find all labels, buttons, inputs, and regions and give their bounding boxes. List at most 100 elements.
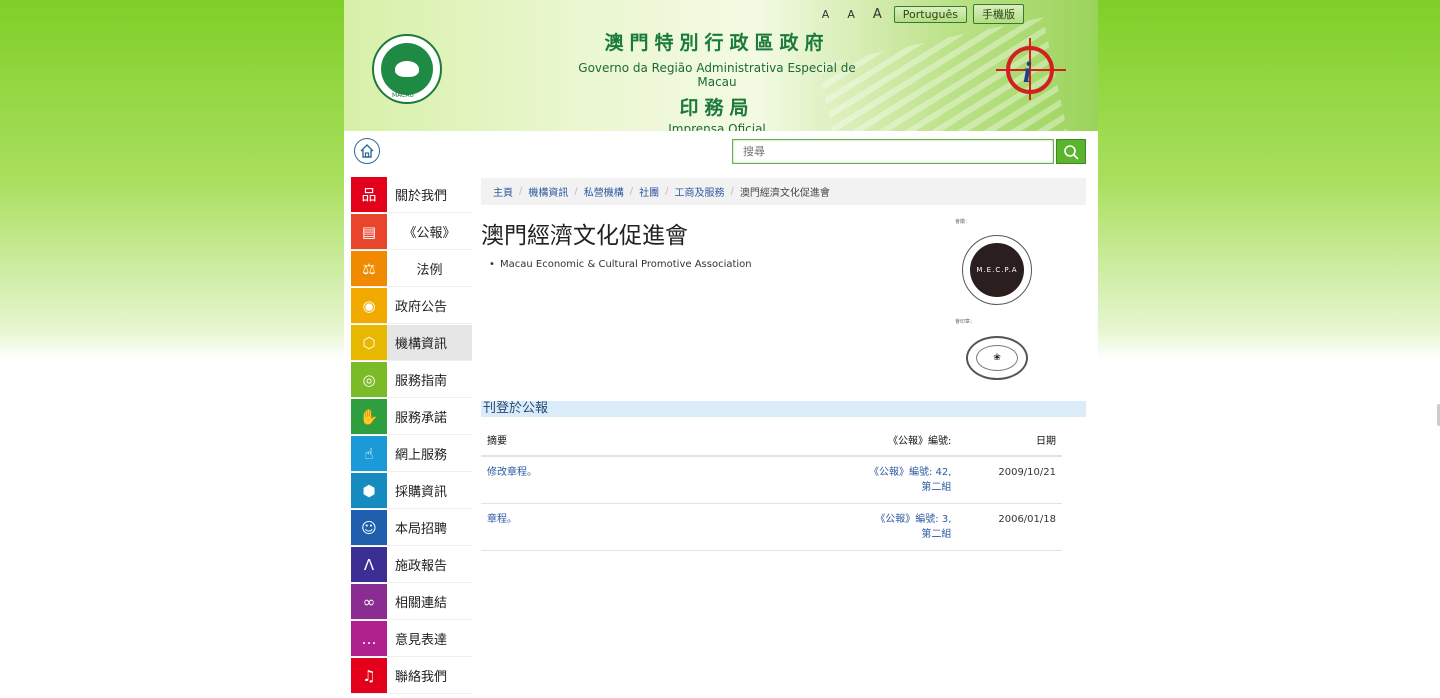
sidebar-item[interactable]: … 意見表達 — [351, 621, 472, 657]
badge-text: M.E.C.P.A — [970, 243, 1024, 297]
building-icon: ⬡ — [351, 325, 387, 360]
search-icon — [1064, 144, 1079, 160]
sidebar-item-label: 網上服務 — [395, 448, 448, 463]
badge-label: 會徽： — [955, 219, 971, 225]
sidebar-item[interactable]: ⬡ 機構資訊 — [351, 325, 472, 361]
government-title-pt: Governo da Região Administrativa Especia… — [578, 61, 856, 89]
table-row: 修改章程。 《公報》編號: 42, 第二組 2009/10/21 — [481, 456, 1062, 504]
sidebar-item[interactable]: 品關於我們 — [351, 177, 472, 213]
breadcrumb: 主頁 / 機構資訊 / 私營機構 / 社團 / 工商及服務 / 澳門經濟文化促進會 — [481, 178, 1086, 205]
seal-mark-icon: ❀ — [976, 345, 1018, 371]
sidebar-item-label: 施政報告 — [395, 559, 448, 574]
gazette-icon: ▤ — [351, 214, 387, 249]
gazette-cell: 《公報》編號: 42, 第二組 — [829, 456, 958, 504]
sidebar-item-label: 意見表達 — [395, 633, 448, 648]
table-header-row: 摘要 《公報》編號: 日期 — [481, 428, 1062, 457]
font-size-large-button[interactable]: A — [867, 7, 888, 22]
breadcrumb-current: 澳門經濟文化促進會 — [739, 188, 830, 199]
hand-icon: ✋ — [351, 399, 387, 434]
table-row: 章程。 《公報》編號: 3, 第二組 2006/01/18 — [481, 503, 1062, 551]
imprensa-oficial-logo-icon: i — [996, 38, 1066, 100]
date-cell: 2006/01/18 — [957, 503, 1062, 551]
page-title: 澳門經濟文化促進會 — [481, 223, 688, 249]
gazette-number: 《公報》編號: 42, — [868, 467, 952, 478]
sidebar-item-label: 《公報》 — [403, 226, 456, 241]
breadcrumb-organizations[interactable]: 機構資訊 — [528, 184, 568, 199]
sidebar-item[interactable]: ∞ 相關連結 — [351, 584, 472, 620]
gazette-series: 第二組 — [921, 482, 952, 493]
page-container: MACAU 澳門特別行政區政府 Governo da Região Admini… — [344, 0, 1098, 698]
sidebar-item-label: 法例 — [416, 263, 443, 278]
date-cell: 2009/10/21 — [957, 456, 1062, 504]
mobile-version-button[interactable]: 手機版 — [973, 4, 1024, 24]
sidebar-item-label: 本局招聘 — [395, 522, 448, 537]
breadcrumb-commerce-services[interactable]: 工商及服務 — [675, 184, 725, 199]
sidebar-item-label: 機構資訊 — [395, 337, 448, 352]
gazette-series: 第二組 — [921, 529, 952, 540]
gazette-cell: 《公報》編號: 3, 第二組 — [829, 503, 958, 551]
search-input[interactable] — [732, 139, 1054, 164]
header-banner: MACAU 澳門特別行政區政府 Governo da Região Admini… — [344, 0, 1098, 131]
seal-label: 會印章： — [955, 319, 976, 325]
gazette-link[interactable]: 《公報》編號: 42, 第二組 — [869, 467, 951, 493]
association-badge-image: M.E.C.P.A — [962, 235, 1032, 305]
sidebar-item-label: 服務承諾 — [395, 411, 448, 426]
sidebar-item-label: 政府公告 — [395, 300, 448, 315]
association-seal-image: ❀ — [966, 336, 1028, 380]
gazette-link[interactable]: 《公報》編號: 3, 第二組 — [875, 514, 951, 540]
summary-cell: 章程。 — [481, 503, 830, 551]
sidebar-item-label: 相關連結 — [395, 596, 448, 611]
sidebar-item-label: 關於我們 — [395, 189, 448, 204]
sidebar-item[interactable]: ♫ 聯絡我們 — [351, 658, 472, 694]
sidebar-item[interactable]: ⬢ 採購資訊 — [351, 473, 472, 509]
sidebar-item[interactable]: ⚖ 法例 — [351, 251, 472, 287]
scale-icon: ⚖ — [351, 251, 387, 286]
sidebar-item-label: 服務指南 — [395, 374, 448, 389]
column-gazette-number: 《公報》編號: — [829, 428, 958, 457]
speech-bubble-icon: … — [351, 621, 387, 656]
column-date: 日期 — [957, 428, 1062, 457]
sidebar-item[interactable]: ▤ 《公報》 — [351, 214, 472, 250]
english-name-item: Macau Economic & Cultural Promotive Asso… — [489, 259, 752, 270]
compass-icon: Λ — [351, 547, 387, 582]
government-title-zh: 澳門特別行政區政府 — [604, 32, 830, 54]
box-icon: ⬢ — [351, 473, 387, 508]
lifebuoy-icon: ◎ — [351, 362, 387, 397]
sidebar-item[interactable]: ☺ 本局招聘 — [351, 510, 472, 546]
emblem-label: MACAU — [392, 92, 414, 99]
summary-link[interactable]: 修改章程。 — [487, 467, 537, 478]
breadcrumb-home[interactable]: 主頁 — [493, 184, 513, 199]
font-size-small-button[interactable]: A — [816, 8, 836, 21]
sidebar-item[interactable]: ☝ 網上服務 — [351, 436, 472, 472]
column-summary: 摘要 — [481, 428, 830, 457]
sidebar-item-label: 聯絡我們 — [395, 670, 448, 685]
sidebar-item[interactable]: ◎ 服務指南 — [351, 362, 472, 398]
broadcast-icon: ◉ — [351, 288, 387, 323]
portuguese-button[interactable]: Português — [893, 5, 967, 23]
sidebar-item[interactable]: ✋ 服務承諾 — [351, 399, 472, 435]
breadcrumb-associations[interactable]: 社團 — [639, 184, 659, 199]
department-title-zh: 印務局 — [679, 97, 755, 119]
svg-text:i: i — [1023, 56, 1032, 89]
breadcrumb-private-organizations[interactable]: 私營機構 — [584, 184, 624, 199]
sidebar-nav: 品關於我們 ▤ 《公報》 ⚖ 法例 ◉ 政府公告 ⬡ 機構資訊 ◎ 服務指南 ✋ 服務承諾 ☝ 網上服務 ⬢ 採… — [351, 177, 472, 695]
sidebar-item[interactable]: ◉ 政府公告 — [351, 288, 472, 324]
link-icon: ∞ — [351, 584, 387, 619]
people-icon: ☺ — [351, 510, 387, 545]
search-button[interactable] — [1056, 139, 1086, 164]
top-links: A A A Português 手機版 — [816, 4, 1024, 24]
headset-icon: ♫ — [351, 658, 387, 693]
pointer-hand-icon: ☝ — [351, 436, 387, 471]
department-title-pt: Imprensa Oficial — [668, 122, 766, 131]
summary-link[interactable]: 章程。 — [487, 514, 517, 525]
font-size-medium-button[interactable]: A — [841, 8, 861, 21]
header-title-block: 澳門特別行政區政府 Governo da Região Administrati… — [572, 28, 862, 131]
sidebar-item-label: 採購資訊 — [395, 485, 448, 500]
org-chart-icon: 品 — [351, 177, 387, 212]
gazette-number: 《公報》編號: 3, — [875, 514, 952, 525]
gazette-section-title: 刊登於公報 — [481, 401, 1086, 417]
gazette-table: 摘要 《公報》編號: 日期 修改章程。 《公報》編號: 42, 第二組 2009/… — [481, 428, 1062, 551]
summary-cell: 修改章程。 — [481, 456, 830, 504]
sidebar-item[interactable]: Λ 施政報告 — [351, 547, 472, 583]
home-icon[interactable] — [354, 138, 380, 164]
